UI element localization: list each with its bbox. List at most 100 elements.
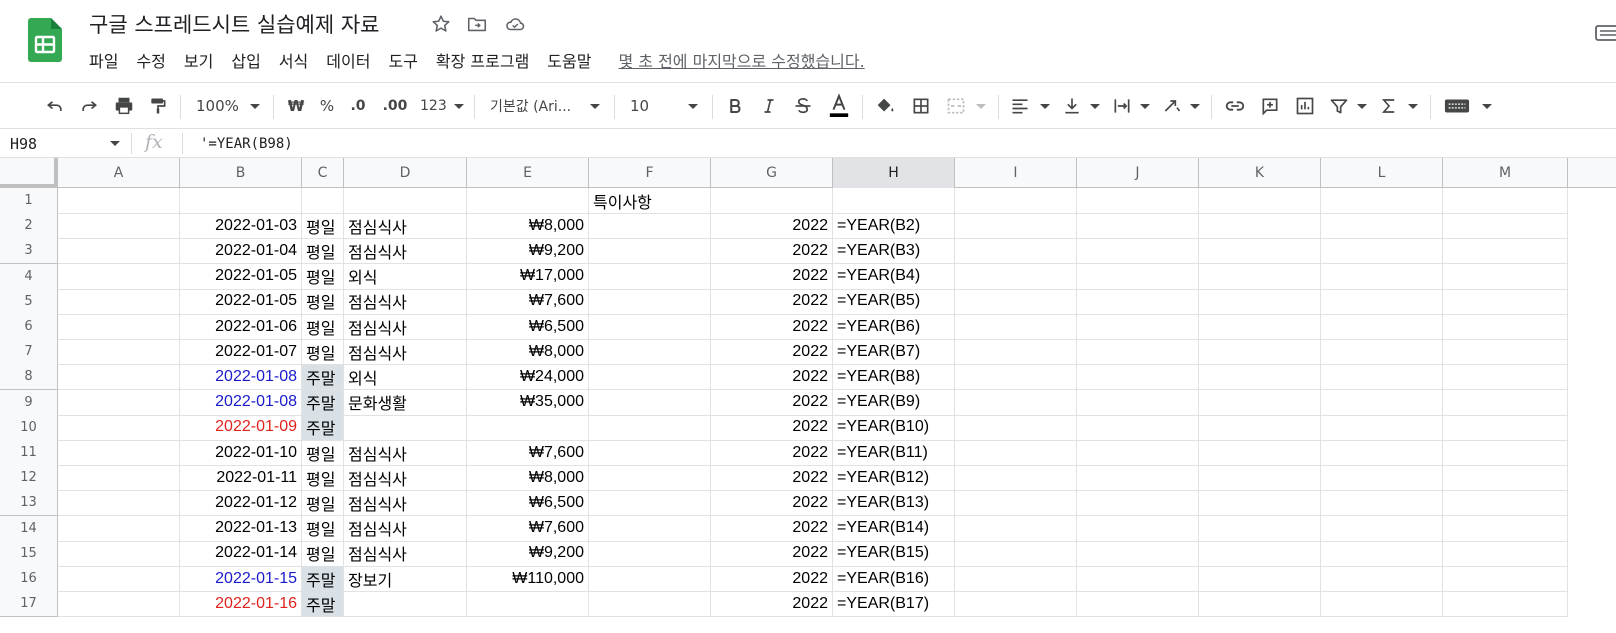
cell-l7[interactable]	[1321, 339, 1443, 366]
cell-k9[interactable]	[1199, 389, 1321, 416]
cell-l14[interactable]	[1321, 515, 1443, 542]
cell-f6[interactable]	[589, 314, 711, 340]
cell-e10[interactable]	[467, 414, 589, 441]
cell-h14[interactable]: =YEAR(B14)	[833, 515, 955, 542]
cell-f8[interactable]	[589, 364, 711, 391]
cell-b8[interactable]: 2022-01-08	[180, 364, 302, 391]
cell-h4[interactable]: =YEAR(B4)	[833, 263, 955, 290]
cell-k16[interactable]	[1199, 566, 1321, 592]
cell-h8[interactable]: =YEAR(B8)	[833, 364, 955, 391]
cell-j7[interactable]	[1077, 339, 1199, 366]
cell-c10[interactable]: 주말	[302, 414, 344, 441]
cell-m5[interactable]	[1443, 288, 1568, 315]
cell-j12[interactable]	[1077, 465, 1199, 492]
column-header-k[interactable]: K	[1199, 158, 1321, 188]
cell-h17[interactable]: =YEAR(B17)	[833, 591, 955, 618]
row-header[interactable]: 6	[0, 314, 58, 340]
paint-format-icon[interactable]	[143, 83, 173, 129]
cell-f10[interactable]	[589, 414, 711, 441]
cell-f17[interactable]	[589, 591, 711, 618]
cell-e13[interactable]: ₩6,500	[467, 490, 589, 517]
column-header-d[interactable]: D	[344, 158, 467, 188]
cell-j9[interactable]	[1077, 389, 1199, 416]
cell-l9[interactable]	[1321, 389, 1443, 416]
cell-c9[interactable]: 주말	[302, 389, 344, 416]
cell-b10[interactable]: 2022-01-09	[180, 414, 302, 441]
cell-j2[interactable]	[1077, 213, 1199, 240]
cell-i9[interactable]	[955, 389, 1077, 416]
cell-j16[interactable]	[1077, 566, 1199, 592]
italic-icon[interactable]	[754, 83, 784, 129]
cell-f14[interactable]	[589, 515, 711, 542]
menu-insert[interactable]: 삽입	[222, 45, 269, 75]
cell-d13[interactable]: 점심식사	[344, 490, 467, 517]
cell-c11[interactable]: 평일	[302, 440, 344, 466]
cell-f5[interactable]	[589, 288, 711, 315]
cell-b2[interactable]: 2022-01-03	[180, 213, 302, 240]
cell-e7[interactable]: ₩8,000	[467, 339, 589, 366]
cell-k13[interactable]	[1199, 490, 1321, 517]
cell-i13[interactable]	[955, 490, 1077, 517]
cell-a17[interactable]	[58, 591, 180, 618]
cell-h7[interactable]: =YEAR(B7)	[833, 339, 955, 366]
cell-b17[interactable]: 2022-01-16	[180, 591, 302, 618]
column-header-l[interactable]: L	[1321, 158, 1443, 188]
cell-f2[interactable]	[589, 213, 711, 240]
cell-j17[interactable]	[1077, 591, 1199, 618]
cell-d11[interactable]: 점심식사	[344, 440, 467, 466]
cell-e14[interactable]: ₩7,600	[467, 515, 589, 542]
cell-m4[interactable]	[1443, 263, 1568, 290]
cell-g6[interactable]: 2022	[711, 314, 833, 340]
cell-c7[interactable]: 평일	[302, 339, 344, 366]
cell-h15[interactable]: =YEAR(B15)	[833, 540, 955, 567]
menu-extensions[interactable]: 확장 프로그램	[427, 45, 538, 75]
cell-e4[interactable]: ₩17,000	[467, 263, 589, 290]
column-header-i[interactable]: I	[955, 158, 1077, 188]
row-header[interactable]: 16	[0, 566, 58, 592]
cell-l15[interactable]	[1321, 540, 1443, 567]
cell-a13[interactable]	[58, 490, 180, 517]
cell-h9[interactable]: =YEAR(B9)	[833, 389, 955, 416]
strikethrough-icon[interactable]	[788, 83, 818, 129]
cell-b14[interactable]: 2022-01-13	[180, 515, 302, 542]
cell-d16[interactable]: 장보기	[344, 566, 467, 592]
cell-k17[interactable]	[1199, 591, 1321, 618]
cell-m14[interactable]	[1443, 515, 1568, 542]
cell-b13[interactable]: 2022-01-12	[180, 490, 302, 517]
cell-m3[interactable]	[1443, 238, 1568, 265]
cell-f3[interactable]	[589, 238, 711, 265]
cell-d9[interactable]: 문화생활	[344, 389, 467, 416]
row-header[interactable]: 8	[0, 364, 58, 391]
cell-d6[interactable]: 점심식사	[344, 314, 467, 340]
cell-i1[interactable]	[955, 188, 1077, 214]
decrease-decimal-button[interactable]: .0	[344, 83, 372, 129]
menu-data[interactable]: 데이터	[317, 45, 379, 75]
cell-h6[interactable]: =YEAR(B6)	[833, 314, 955, 340]
cell-m13[interactable]	[1443, 490, 1568, 517]
cell-e9[interactable]: ₩35,000	[467, 389, 589, 416]
cell-i2[interactable]	[955, 213, 1077, 240]
cell-g17[interactable]: 2022	[711, 591, 833, 618]
borders-icon[interactable]	[906, 83, 936, 129]
cell-d15[interactable]: 점심식사	[344, 540, 467, 567]
cell-m2[interactable]	[1443, 213, 1568, 240]
cell-g1[interactable]	[711, 188, 833, 214]
increase-decimal-button[interactable]: .00	[377, 83, 413, 129]
cell-c2[interactable]: 평일	[302, 213, 344, 240]
number-format-select[interactable]: 123	[418, 83, 466, 129]
row-header[interactable]: 12	[0, 465, 58, 492]
cell-m12[interactable]	[1443, 465, 1568, 492]
text-rotation-icon[interactable]	[1158, 83, 1204, 129]
cell-l4[interactable]	[1321, 263, 1443, 290]
cell-l17[interactable]	[1321, 591, 1443, 618]
name-box[interactable]: H98	[0, 129, 128, 158]
cell-c16[interactable]: 주말	[302, 566, 344, 592]
column-header-c[interactable]: C	[302, 158, 344, 188]
cell-h16[interactable]: =YEAR(B16)	[833, 566, 955, 592]
cell-e17[interactable]	[467, 591, 589, 618]
undo-icon[interactable]	[40, 83, 70, 129]
cell-c8[interactable]: 주말	[302, 364, 344, 391]
cell-k4[interactable]	[1199, 263, 1321, 290]
cell-k1[interactable]	[1199, 188, 1321, 214]
cell-d2[interactable]: 점심식사	[344, 213, 467, 240]
